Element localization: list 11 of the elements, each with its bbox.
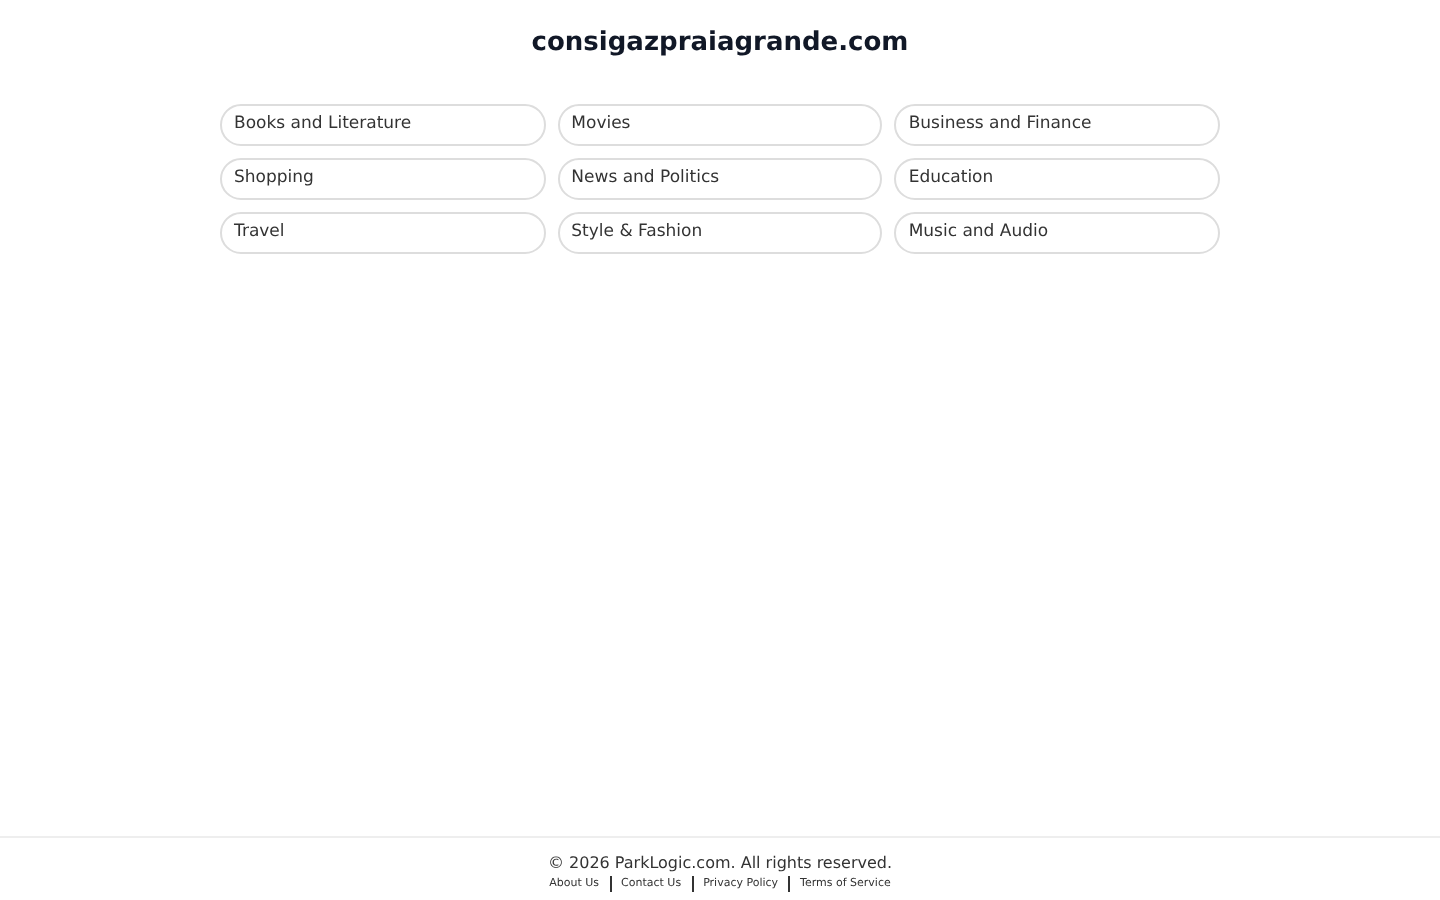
category-link[interactable]: Music and Audio	[894, 212, 1220, 254]
category-link[interactable]: Education	[894, 158, 1220, 200]
category-link[interactable]: News and Politics	[557, 158, 883, 200]
category-link[interactable]: Books and Literature	[220, 104, 546, 146]
copyright-text: © 2026 ParkLogic.com. All rights reserved.	[547, 854, 893, 874]
category-link[interactable]: Shopping	[220, 158, 546, 200]
category-link[interactable]: Business and Finance	[894, 104, 1220, 146]
category-link[interactable]: Style & Fashion	[557, 212, 883, 254]
category-link[interactable]: Travel	[220, 212, 546, 254]
site-title: consigazpraiagrande.com	[531, 28, 909, 60]
category-link[interactable]: Movies	[557, 104, 883, 146]
